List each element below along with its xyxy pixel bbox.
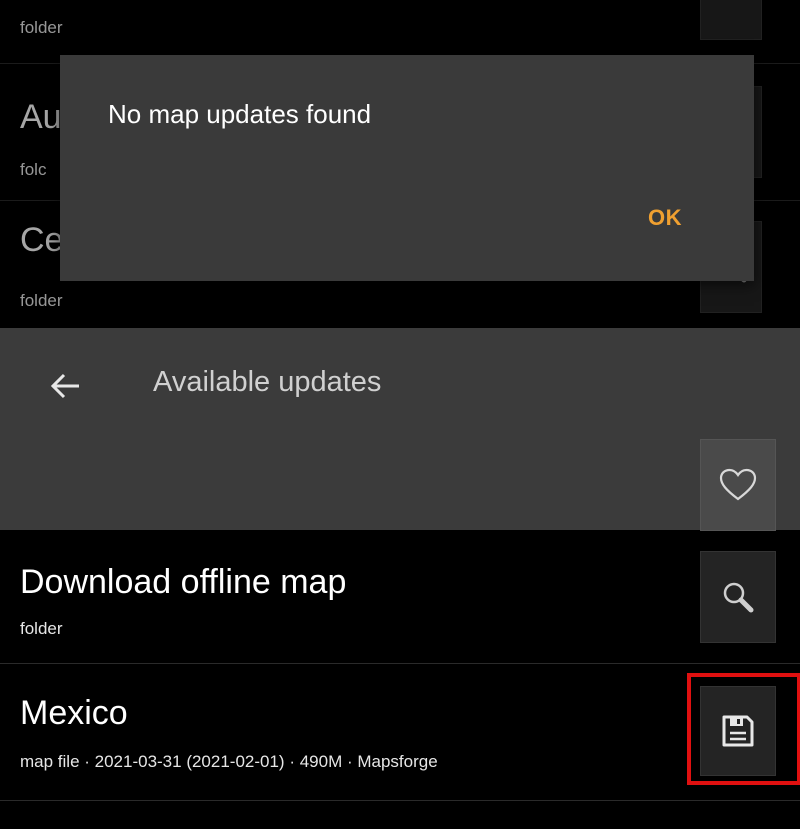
favorite-button[interactable] bbox=[700, 439, 776, 531]
list-item-title: Mexico bbox=[20, 694, 128, 732]
heart-outline-icon bbox=[719, 468, 757, 501]
list-item-title: Download offline map bbox=[20, 563, 347, 601]
back-button[interactable] bbox=[36, 358, 96, 414]
dialog-message: No map updates found bbox=[108, 99, 372, 129]
toolbar: Available updates bbox=[0, 328, 800, 531]
toolbar-title: Available updates bbox=[153, 366, 382, 398]
search-button[interactable] bbox=[700, 551, 776, 643]
magnifier-icon bbox=[723, 582, 754, 613]
list-item-mexico[interactable]: Mexico map file · 2021-03-31 (2021-02-01… bbox=[0, 664, 800, 800]
list-item-download-offline-map[interactable]: Download offline map folder bbox=[0, 531, 800, 663]
arrow-left-icon bbox=[50, 373, 79, 399]
ok-button[interactable]: OK bbox=[648, 205, 682, 231]
list-item-subtitle: folder bbox=[20, 619, 63, 638]
divider bbox=[0, 800, 800, 801]
alert-dialog: No map updates found OK bbox=[60, 55, 754, 281]
list-item-subtitle: map file · 2021-03-31 (2021-02-01) · 490… bbox=[20, 752, 438, 771]
highlight-box bbox=[687, 673, 800, 785]
